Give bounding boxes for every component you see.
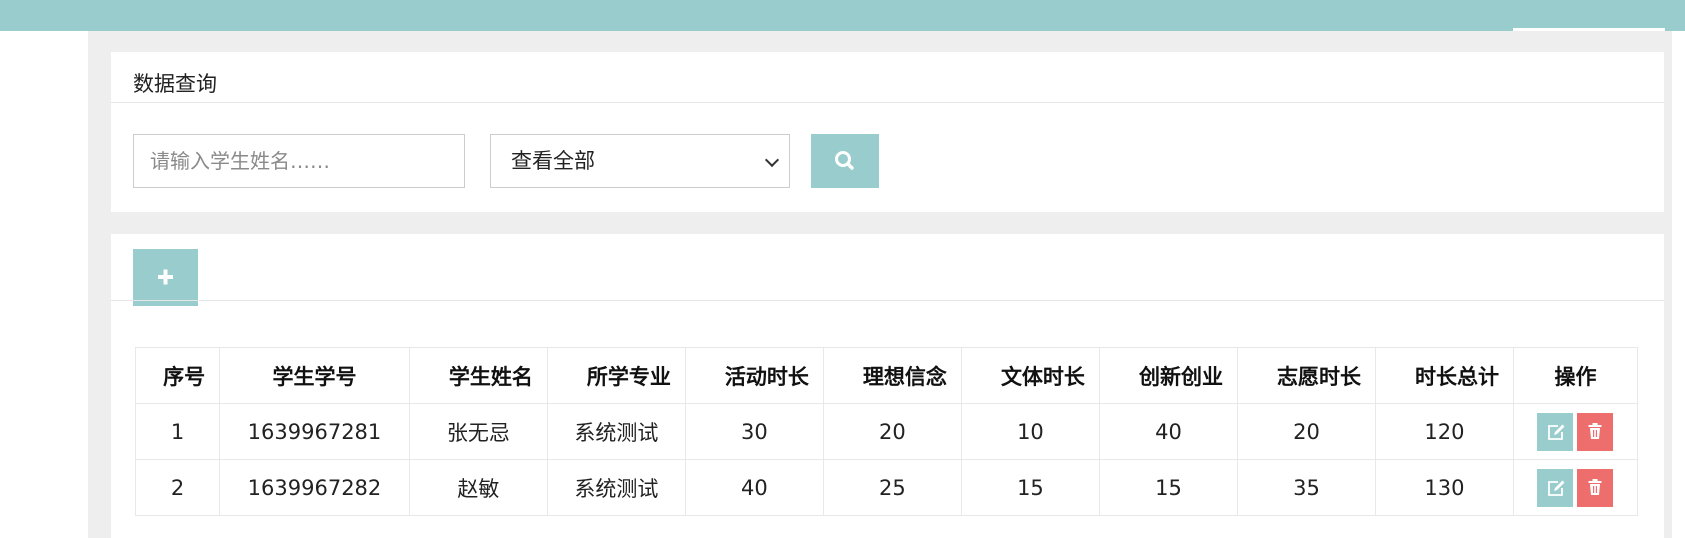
- cell-total-hours: 120: [1374, 403, 1514, 460]
- header-student-name: 学生姓名: [408, 347, 548, 404]
- table-header-row: 序号 学生学号 学生姓名 所学专业 活动时长 理想信念 文体时长 创新创业 志愿…: [134, 347, 1639, 404]
- header-activity-hours: 活动时长: [684, 347, 824, 404]
- cell-index: 1: [134, 403, 221, 460]
- header-actions: 操作: [1512, 347, 1639, 404]
- trash-icon: [1588, 422, 1602, 439]
- search-icon: [835, 151, 854, 170]
- top-bar: [0, 0, 1685, 31]
- header-sports-hours: 文体时长: [960, 347, 1100, 404]
- cell-major: 系统测试: [546, 459, 686, 516]
- panel-divider: [111, 300, 1664, 301]
- cell-sports-hours: 10: [960, 403, 1100, 460]
- panel-title: 数据查询: [133, 72, 217, 96]
- left-sidebar-area: [0, 31, 88, 538]
- cell-innovation: 15: [1098, 459, 1238, 516]
- cell-volunteer-hours: 35: [1236, 459, 1376, 516]
- cell-ideals: 20: [822, 403, 962, 460]
- filter-select[interactable]: 查看全部: [490, 134, 790, 188]
- filter-select-value: 查看全部: [511, 149, 595, 173]
- edit-button[interactable]: [1537, 468, 1574, 507]
- search-panel: 数据查询 查看全部: [111, 52, 1664, 212]
- header-innovation: 创新创业: [1098, 347, 1238, 404]
- plus-icon: [158, 269, 173, 285]
- cell-innovation: 40: [1098, 403, 1238, 460]
- table-row: 1 1639967281 张无忌 系统测试 30 20 10 40 20 120: [134, 403, 1639, 460]
- table-panel: 序号 学生学号 学生姓名 所学专业 活动时长 理想信念 文体时长 创新创业 志愿…: [111, 234, 1664, 538]
- header-ideals: 理想信念: [822, 347, 962, 404]
- panel-divider: [111, 102, 1664, 103]
- cell-activity-hours: 40: [684, 459, 824, 516]
- cell-actions: [1512, 459, 1639, 516]
- cell-sports-hours: 15: [960, 459, 1100, 516]
- cell-student-id: 1639967281: [219, 403, 410, 460]
- edit-button[interactable]: [1537, 412, 1574, 451]
- header-student-id: 学生学号: [219, 347, 410, 404]
- table-row: 2 1639967282 赵敏 系统测试 40 25 15 15 35 130: [134, 459, 1639, 516]
- search-button[interactable]: [811, 134, 879, 188]
- header-major: 所学专业: [546, 347, 686, 404]
- cell-student-name: 张无忌: [408, 403, 548, 460]
- student-name-search-input[interactable]: [133, 134, 465, 188]
- chevron-down-icon: [764, 152, 780, 168]
- trash-icon: [1588, 478, 1602, 495]
- header-volunteer-hours: 志愿时长: [1236, 347, 1376, 404]
- delete-button[interactable]: [1577, 412, 1614, 451]
- delete-button[interactable]: [1577, 468, 1614, 507]
- cell-index: 2: [134, 459, 221, 516]
- student-hours-table: 序号 学生学号 学生姓名 所学专业 活动时长 理想信念 文体时长 创新创业 志愿…: [134, 347, 1639, 516]
- cell-student-name: 赵敏: [408, 459, 548, 516]
- edit-icon: [1548, 424, 1565, 440]
- cell-volunteer-hours: 20: [1236, 403, 1376, 460]
- header-index: 序号: [134, 347, 221, 404]
- cell-actions: [1512, 403, 1639, 460]
- cell-major: 系统测试: [546, 403, 686, 460]
- right-edge: [1672, 31, 1685, 538]
- add-record-button[interactable]: [133, 249, 198, 306]
- cell-ideals: 25: [822, 459, 962, 516]
- cell-student-id: 1639967282: [219, 459, 410, 516]
- header-total-hours: 时长总计: [1374, 347, 1514, 404]
- edit-icon: [1548, 480, 1565, 496]
- cell-total-hours: 130: [1374, 459, 1514, 516]
- cell-activity-hours: 30: [684, 403, 824, 460]
